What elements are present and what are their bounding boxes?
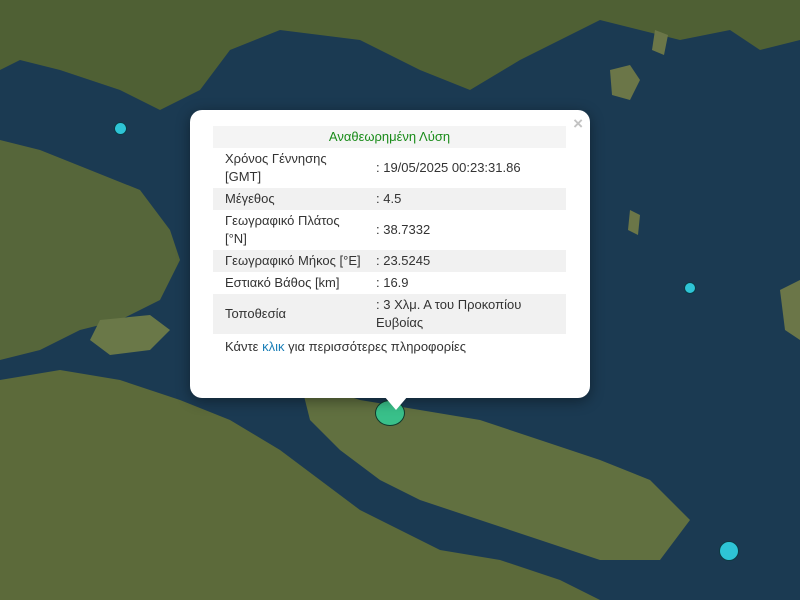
more-suffix: για περισσότερες πληροφορίες [284,339,467,354]
row-key: Μέγεθος [225,191,275,206]
island-east-4 [628,210,640,235]
table-row: Χρόνος Γέννησης [GMT] : 19/05/2025 00:23… [213,148,566,188]
earthquake-marker-2[interactable] [684,282,696,294]
close-icon[interactable]: × [573,114,583,134]
row-value: : 38.7332 [376,222,431,237]
popup-pointer [384,396,408,410]
earthquake-popup: × Αναθεωρημένη Λύση Χρόνος Γέννησης [GMT… [190,110,590,398]
row-value: : 3 Χλμ. Α του Προκοπίου Ευβοίας [376,297,522,330]
table-row: Εστιακό Βάθος [km] : 16.9 [213,272,566,294]
row-key: Γεωγραφικό Μήκος [°E] [225,253,361,268]
row-key: Χρόνος Γέννησης [GMT] [225,151,327,184]
island-west [90,315,170,355]
row-key: Τοποθεσία [225,306,287,321]
land-north [0,0,800,110]
row-key: Εστιακό Βάθος [km] [225,275,340,290]
row-value: : 23.5245 [376,253,431,268]
row-value: : 4.5 [376,191,402,206]
more-prefix: Κάντε [225,339,263,354]
row-value: : 16.9 [376,275,409,290]
island-east-1 [610,65,640,100]
popup-title: Αναθεωρημένη Λύση [213,126,566,148]
more-info-text: Κάντε κλικ για περισσότερες πληροφορίες [213,337,566,357]
island-east-3 [780,280,800,340]
more-info-link[interactable]: κλικ [262,339,284,354]
table-row: Γεωγραφικό Μήκος [°E] : 23.5245 [213,250,566,272]
details-table: Αναθεωρημένη Λύση Χρόνος Γέννησης [GMT] … [213,126,566,357]
earthquake-marker-1[interactable] [114,122,127,135]
row-key: Γεωγραφικό Πλάτος [°N] [225,213,340,246]
table-row: Γεωγραφικό Πλάτος [°N] : 38.7332 [213,210,566,250]
row-value: : 19/05/2025 00:23:31.86 [376,160,521,175]
earthquake-marker-3[interactable] [719,541,739,561]
table-row: Τοποθεσία : 3 Χλμ. Α του Προκοπίου Ευβοί… [213,294,566,334]
table-row: Μέγεθος : 4.5 [213,188,566,210]
